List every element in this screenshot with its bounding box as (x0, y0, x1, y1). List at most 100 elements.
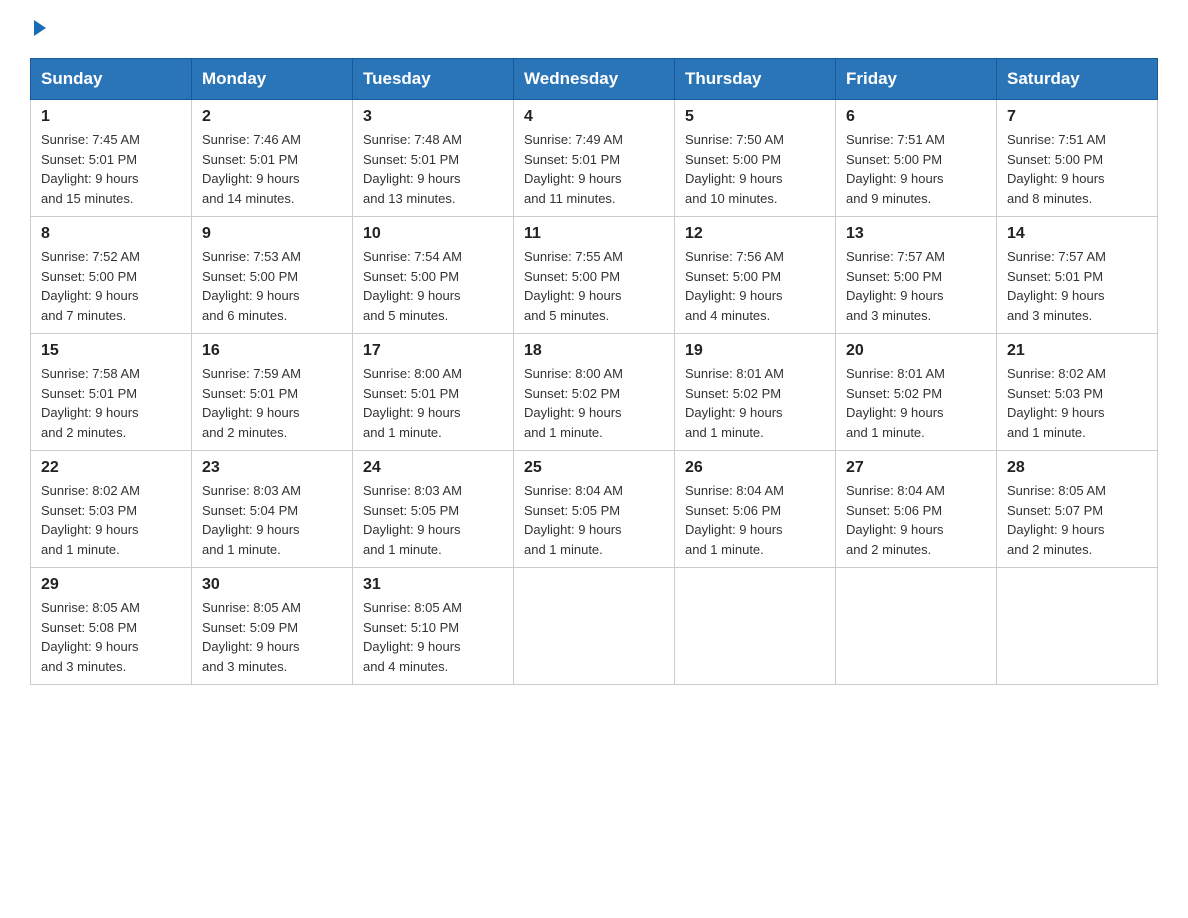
day-number: 11 (524, 225, 664, 243)
day-number: 23 (202, 459, 342, 477)
day-info: Sunrise: 8:04 AMSunset: 5:05 PMDaylight:… (524, 481, 664, 559)
day-info: Sunrise: 8:05 AMSunset: 5:07 PMDaylight:… (1007, 481, 1147, 559)
day-info: Sunrise: 8:03 AMSunset: 5:05 PMDaylight:… (363, 481, 503, 559)
day-info: Sunrise: 7:59 AMSunset: 5:01 PMDaylight:… (202, 364, 342, 442)
days-of-week-row: SundayMondayTuesdayWednesdayThursdayFrid… (31, 59, 1158, 100)
logo (30, 20, 46, 40)
day-info: Sunrise: 7:58 AMSunset: 5:01 PMDaylight:… (41, 364, 181, 442)
day-number: 24 (363, 459, 503, 477)
calendar-cell: 4 Sunrise: 7:49 AMSunset: 5:01 PMDaylight… (514, 100, 675, 217)
day-info: Sunrise: 7:48 AMSunset: 5:01 PMDaylight:… (363, 130, 503, 208)
calendar-cell: 10 Sunrise: 7:54 AMSunset: 5:00 PMDayligh… (353, 217, 514, 334)
day-header-wednesday: Wednesday (514, 59, 675, 100)
calendar-cell (675, 568, 836, 685)
day-info: Sunrise: 8:01 AMSunset: 5:02 PMDaylight:… (846, 364, 986, 442)
week-row-5: 29 Sunrise: 8:05 AMSunset: 5:08 PMDayligh… (31, 568, 1158, 685)
calendar-cell: 9Sunrise: 7:53 AMSunset: 5:00 PMDaylight… (192, 217, 353, 334)
day-number: 8 (41, 225, 181, 243)
calendar-cell: 7 Sunrise: 7:51 AMSunset: 5:00 PMDaylight… (997, 100, 1158, 217)
calendar-cell: 12Sunrise: 7:56 AMSunset: 5:00 PMDayligh… (675, 217, 836, 334)
day-info: Sunrise: 7:55 AMSunset: 5:00 PMDaylight:… (524, 247, 664, 325)
calendar-cell: 17 Sunrise: 8:00 AMSunset: 5:01 PMDayligh… (353, 334, 514, 451)
calendar-cell: 18 Sunrise: 8:00 AMSunset: 5:02 PMDayligh… (514, 334, 675, 451)
calendar-cell: 31 Sunrise: 8:05 AMSunset: 5:10 PMDayligh… (353, 568, 514, 685)
day-header-sunday: Sunday (31, 59, 192, 100)
day-number: 22 (41, 459, 181, 477)
calendar-cell (514, 568, 675, 685)
day-info: Sunrise: 7:45 AMSunset: 5:01 PMDaylight:… (41, 130, 181, 208)
calendar-cell: 29 Sunrise: 8:05 AMSunset: 5:08 PMDayligh… (31, 568, 192, 685)
day-info: Sunrise: 7:54 AMSunset: 5:00 PMDaylight:… (363, 247, 503, 325)
day-info: Sunrise: 8:02 AMSunset: 5:03 PMDaylight:… (41, 481, 181, 559)
calendar-cell: 13 Sunrise: 7:57 AMSunset: 5:00 PMDayligh… (836, 217, 997, 334)
day-number: 16 (202, 342, 342, 360)
calendar-cell: 24 Sunrise: 8:03 AMSunset: 5:05 PMDayligh… (353, 451, 514, 568)
day-info: Sunrise: 8:03 AMSunset: 5:04 PMDaylight:… (202, 481, 342, 559)
header (30, 20, 1158, 40)
logo-arrow-icon (34, 20, 46, 36)
day-info: Sunrise: 8:01 AMSunset: 5:02 PMDaylight:… (685, 364, 825, 442)
calendar-cell: 5Sunrise: 7:50 AMSunset: 5:00 PMDaylight… (675, 100, 836, 217)
calendar-cell (997, 568, 1158, 685)
calendar-cell: 8 Sunrise: 7:52 AMSunset: 5:00 PMDaylight… (31, 217, 192, 334)
calendar-cell: 25 Sunrise: 8:04 AMSunset: 5:05 PMDayligh… (514, 451, 675, 568)
week-row-1: 1 Sunrise: 7:45 AMSunset: 5:01 PMDaylight… (31, 100, 1158, 217)
day-number: 20 (846, 342, 986, 360)
calendar-cell: 15 Sunrise: 7:58 AMSunset: 5:01 PMDayligh… (31, 334, 192, 451)
day-number: 21 (1007, 342, 1147, 360)
day-number: 17 (363, 342, 503, 360)
calendar-cell: 19 Sunrise: 8:01 AMSunset: 5:02 PMDayligh… (675, 334, 836, 451)
calendar-cell: 14Sunrise: 7:57 AMSunset: 5:01 PMDayligh… (997, 217, 1158, 334)
day-info: Sunrise: 8:02 AMSunset: 5:03 PMDaylight:… (1007, 364, 1147, 442)
week-row-2: 8 Sunrise: 7:52 AMSunset: 5:00 PMDaylight… (31, 217, 1158, 334)
day-info: Sunrise: 8:00 AMSunset: 5:01 PMDaylight:… (363, 364, 503, 442)
day-header-thursday: Thursday (675, 59, 836, 100)
day-number: 18 (524, 342, 664, 360)
calendar-cell: 16 Sunrise: 7:59 AMSunset: 5:01 PMDayligh… (192, 334, 353, 451)
day-info: Sunrise: 7:49 AMSunset: 5:01 PMDaylight:… (524, 130, 664, 208)
calendar-table: SundayMondayTuesdayWednesdayThursdayFrid… (30, 58, 1158, 685)
day-info: Sunrise: 7:52 AMSunset: 5:00 PMDaylight:… (41, 247, 181, 325)
day-number: 29 (41, 576, 181, 594)
calendar-cell (836, 568, 997, 685)
day-info: Sunrise: 7:51 AMSunset: 5:00 PMDaylight:… (846, 130, 986, 208)
day-number: 25 (524, 459, 664, 477)
calendar-cell: 26Sunrise: 8:04 AMSunset: 5:06 PMDayligh… (675, 451, 836, 568)
day-number: 10 (363, 225, 503, 243)
day-number: 1 (41, 108, 181, 126)
day-header-tuesday: Tuesday (353, 59, 514, 100)
week-row-4: 22 Sunrise: 8:02 AMSunset: 5:03 PMDayligh… (31, 451, 1158, 568)
day-info: Sunrise: 7:53 AMSunset: 5:00 PMDaylight:… (202, 247, 342, 325)
day-info: Sunrise: 8:05 AMSunset: 5:09 PMDaylight:… (202, 598, 342, 676)
week-row-3: 15 Sunrise: 7:58 AMSunset: 5:01 PMDayligh… (31, 334, 1158, 451)
calendar-cell: 27Sunrise: 8:04 AMSunset: 5:06 PMDayligh… (836, 451, 997, 568)
day-number: 5 (685, 108, 825, 126)
day-info: Sunrise: 7:56 AMSunset: 5:00 PMDaylight:… (685, 247, 825, 325)
day-number: 31 (363, 576, 503, 594)
day-number: 6 (846, 108, 986, 126)
calendar-cell: 2 Sunrise: 7:46 AMSunset: 5:01 PMDaylight… (192, 100, 353, 217)
day-number: 15 (41, 342, 181, 360)
day-info: Sunrise: 8:00 AMSunset: 5:02 PMDaylight:… (524, 364, 664, 442)
calendar-cell: 1 Sunrise: 7:45 AMSunset: 5:01 PMDaylight… (31, 100, 192, 217)
day-info: Sunrise: 8:05 AMSunset: 5:10 PMDaylight:… (363, 598, 503, 676)
calendar-cell: 28 Sunrise: 8:05 AMSunset: 5:07 PMDayligh… (997, 451, 1158, 568)
day-number: 13 (846, 225, 986, 243)
day-info: Sunrise: 7:51 AMSunset: 5:00 PMDaylight:… (1007, 130, 1147, 208)
day-info: Sunrise: 7:57 AMSunset: 5:00 PMDaylight:… (846, 247, 986, 325)
day-number: 28 (1007, 459, 1147, 477)
calendar-cell: 23 Sunrise: 8:03 AMSunset: 5:04 PMDayligh… (192, 451, 353, 568)
calendar-cell: 11 Sunrise: 7:55 AMSunset: 5:00 PMDayligh… (514, 217, 675, 334)
day-info: Sunrise: 8:04 AMSunset: 5:06 PMDaylight:… (685, 481, 825, 559)
day-number: 19 (685, 342, 825, 360)
calendar-cell: 21 Sunrise: 8:02 AMSunset: 5:03 PMDayligh… (997, 334, 1158, 451)
day-info: Sunrise: 8:05 AMSunset: 5:08 PMDaylight:… (41, 598, 181, 676)
day-header-saturday: Saturday (997, 59, 1158, 100)
day-header-monday: Monday (192, 59, 353, 100)
day-info: Sunrise: 8:04 AMSunset: 5:06 PMDaylight:… (846, 481, 986, 559)
day-number: 4 (524, 108, 664, 126)
day-number: 2 (202, 108, 342, 126)
day-info: Sunrise: 7:46 AMSunset: 5:01 PMDaylight:… (202, 130, 342, 208)
day-number: 7 (1007, 108, 1147, 126)
calendar-cell: 20 Sunrise: 8:01 AMSunset: 5:02 PMDayligh… (836, 334, 997, 451)
